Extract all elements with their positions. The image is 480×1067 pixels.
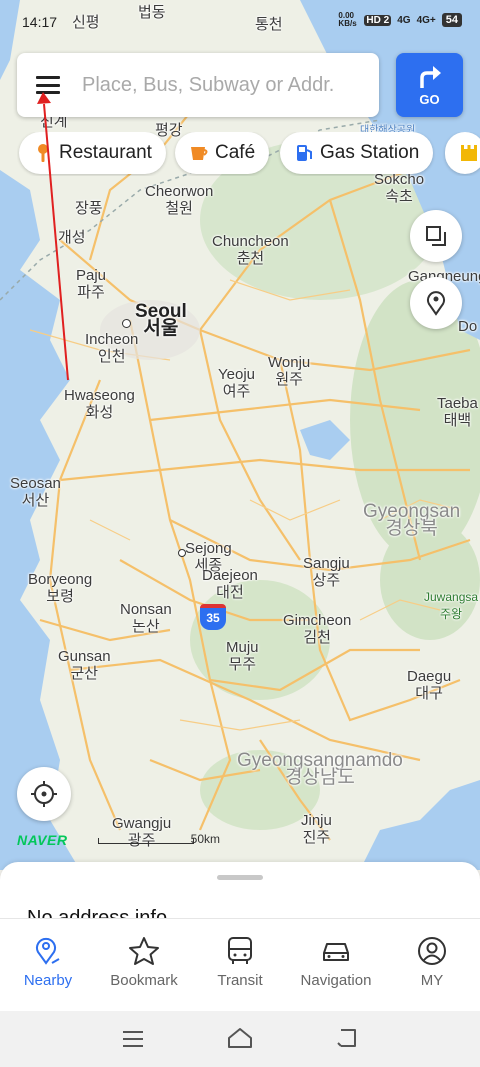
region-label: Gyeongsangnamdo 경상남도 — [237, 750, 403, 788]
system-nav-bar — [0, 1011, 480, 1067]
my-location-button[interactable] — [17, 767, 71, 821]
back-icon[interactable] — [335, 1027, 359, 1049]
crosshair-icon — [31, 781, 57, 807]
tab-my[interactable]: MY — [384, 919, 480, 1012]
user-icon — [418, 937, 446, 965]
bottom-tab-bar: Nearby Bookmark Transit Navigation MY — [0, 918, 480, 1012]
place-label: Muju 무주 — [226, 639, 259, 673]
car-icon — [323, 943, 349, 961]
place-label: Seosan 서산 — [10, 475, 61, 509]
scale-bar — [98, 838, 194, 844]
tab-label: Bookmark — [110, 972, 178, 989]
tab-navigation[interactable]: Navigation — [288, 919, 384, 1012]
tab-label: MY — [420, 972, 444, 989]
place-label: Daegu 대구 — [407, 668, 452, 702]
home-icon[interactable] — [226, 1027, 254, 1049]
tab-label: Transit — [217, 972, 263, 989]
recent-apps-icon[interactable] — [121, 1029, 145, 1049]
naver-logo: NAVER — [17, 832, 68, 848]
tab-bookmark[interactable]: Bookmark — [96, 919, 192, 1012]
tab-label: Navigation — [300, 972, 372, 989]
map-scale: 50km — [98, 830, 220, 846]
bus-icon — [228, 937, 252, 964]
region-label: Gyeongsan 경상북 — [363, 501, 461, 539]
scale-label: 50km — [190, 832, 220, 846]
place-label: Gimcheon 김천 — [283, 612, 352, 646]
tab-transit[interactable]: Transit — [192, 919, 288, 1012]
place-label: Nonsan 논산 — [120, 601, 172, 635]
annotation-arrow — [37, 92, 69, 381]
place-label: Gunsan 군산 — [58, 648, 111, 682]
tab-label: Nearby — [23, 972, 73, 989]
place-label: Boryeong 보령 — [28, 571, 93, 605]
sheet-handle[interactable] — [217, 875, 263, 880]
place-label: Taeba 태백 — [437, 395, 478, 429]
city-dot — [178, 549, 186, 557]
nearby-pin-icon — [36, 937, 60, 965]
place-label: Sangju 상주 — [303, 555, 350, 589]
place-label: Daejeon 대전 — [202, 567, 258, 601]
place-label: Jinju 진주 — [301, 812, 332, 846]
highway-shield: 35 — [200, 604, 226, 630]
star-icon — [129, 937, 159, 965]
tab-nearby[interactable]: Nearby — [0, 919, 96, 1012]
park-label: Juwangsa 주왕 — [424, 590, 479, 621]
